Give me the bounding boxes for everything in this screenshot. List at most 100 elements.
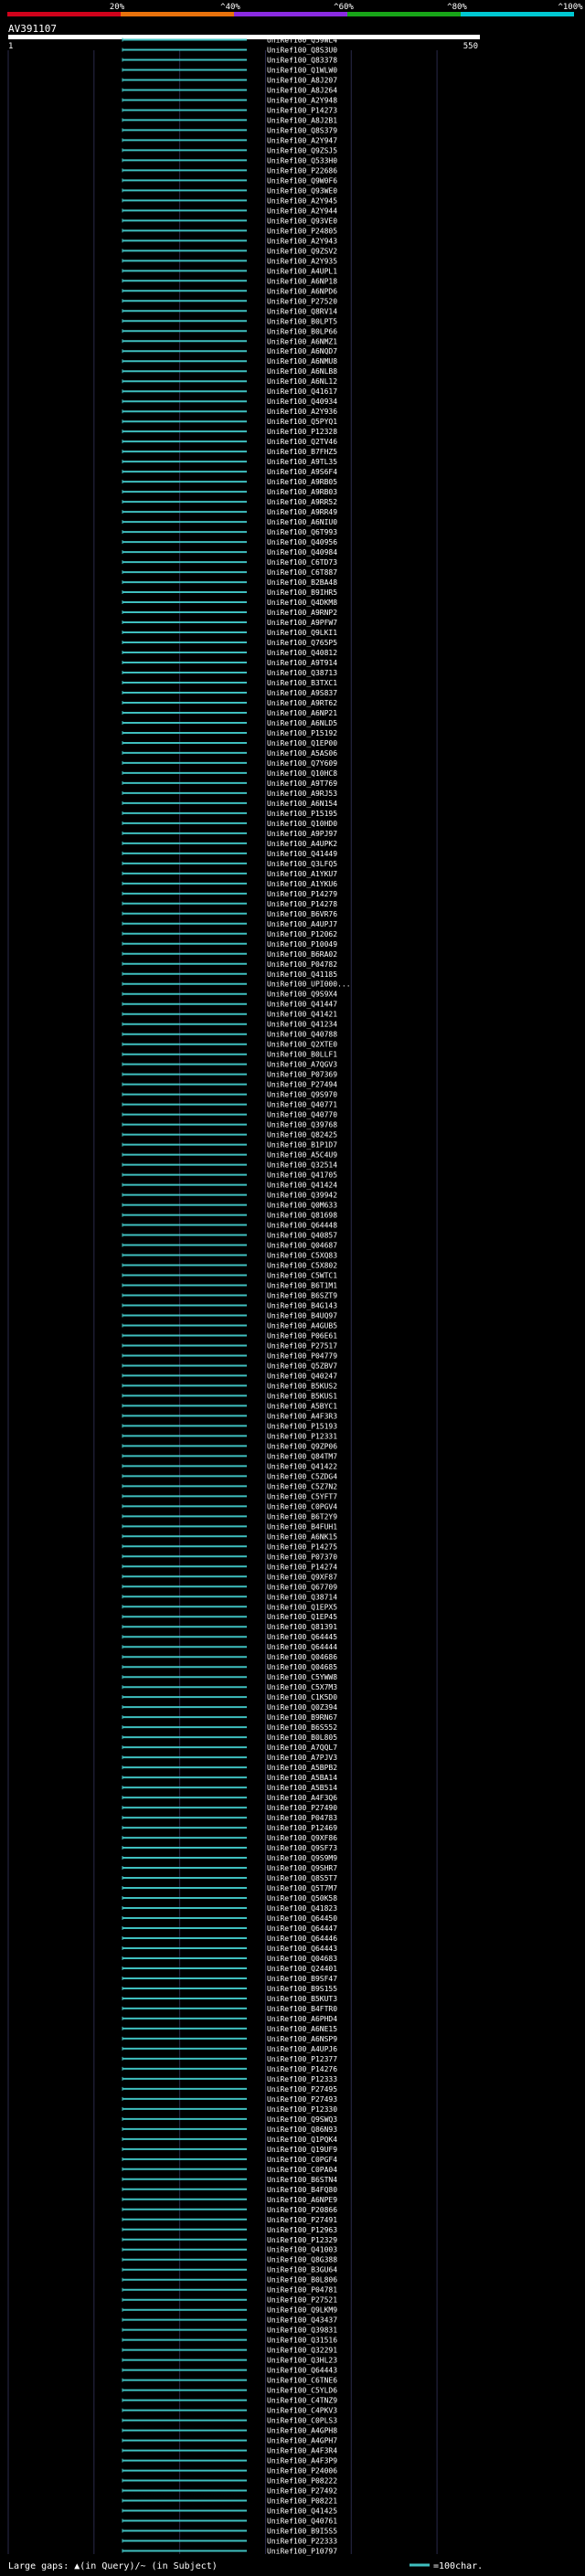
hit-label[interactable]: UniRef100_Q9S9X4 <box>267 991 337 999</box>
hit-label[interactable]: UniRef100_Q6T993 <box>267 528 337 536</box>
hit-label[interactable]: UniRef100_C1K5D0 <box>267 1693 337 1701</box>
hit-label[interactable]: UniRef100_B4FTR0 <box>267 2005 337 2013</box>
hit-label[interactable]: UniRef100_A6PHD4 <box>267 2015 337 2023</box>
hit-label[interactable]: UniRef100_P22686 <box>267 166 337 175</box>
hit-label[interactable]: UniRef100_C5YWW8 <box>267 1673 337 1681</box>
hit-label[interactable]: UniRef100_Q0Z394 <box>267 1703 337 1712</box>
hit-label[interactable]: UniRef100_Q9SF73 <box>267 1844 337 1852</box>
hit-label[interactable]: UniRef100_P14278 <box>267 900 337 908</box>
hit-label[interactable]: UniRef100_A9T769 <box>267 779 337 788</box>
hit-label[interactable]: UniRef100_Q533H0 <box>267 156 337 164</box>
hit-label[interactable]: UniRef100_Q7Y609 <box>267 759 337 768</box>
hit-label[interactable]: UniRef100_A5AS06 <box>267 749 337 758</box>
hit-label[interactable]: UniRef100_Q67709 <box>267 1583 337 1591</box>
hit-label[interactable]: UniRef100_A6NL12 <box>267 377 337 386</box>
hit-label[interactable]: UniRef100_A2Y936 <box>267 408 337 416</box>
hit-label[interactable]: UniRef100_B6STN4 <box>267 2176 337 2184</box>
hit-label[interactable]: UniRef100_A9S6F4 <box>267 468 337 476</box>
hit-label[interactable]: UniRef100_B1P1D7 <box>267 1141 337 1150</box>
hit-label[interactable]: UniRef100_A5BYC1 <box>267 1402 337 1410</box>
hit-label[interactable]: UniRef100_Q40934 <box>267 398 337 406</box>
hit-label[interactable]: UniRef100_A6NMU8 <box>267 357 337 366</box>
hit-label[interactable]: UniRef100_P14274 <box>267 1563 337 1571</box>
hit-label[interactable]: UniRef100_B4G143 <box>267 1301 337 1309</box>
hit-label[interactable]: UniRef100_P12377 <box>267 2055 337 2063</box>
hit-label[interactable]: UniRef100_A4F3P9 <box>267 2457 337 2465</box>
hit-label[interactable]: UniRef100_P14276 <box>267 2065 337 2073</box>
hit-label[interactable]: UniRef100_A6NPD6 <box>267 287 337 295</box>
hit-label[interactable]: UniRef100_P27517 <box>267 1341 337 1350</box>
hit-label[interactable]: UniRef100_Q9XF87 <box>267 1573 337 1581</box>
hit-label[interactable]: UniRef100_Q83378 <box>267 56 337 64</box>
hit-label[interactable]: UniRef100_B6SZT9 <box>267 1292 337 1300</box>
hit-label[interactable]: UniRef100_A6NE15 <box>267 2025 337 2033</box>
hit-label[interactable]: UniRef100_C0PA04 <box>267 2166 337 2174</box>
hit-label[interactable]: UniRef100_B5KUS2 <box>267 1382 337 1390</box>
hit-label[interactable]: UniRef100_P12333 <box>267 2075 337 2083</box>
hit-label[interactable]: UniRef100_A2Y947 <box>267 136 337 144</box>
hit-label[interactable]: UniRef100_P07369 <box>267 1071 337 1079</box>
hit-label[interactable]: UniRef100_Q43437 <box>267 2316 337 2325</box>
hit-label[interactable]: UniRef100_P04779 <box>267 1352 337 1360</box>
hit-label[interactable]: UniRef100_B0LP66 <box>267 327 337 335</box>
hit-label[interactable]: UniRef100_Q40857 <box>267 1232 337 1240</box>
hit-label[interactable]: UniRef100_C5XQ83 <box>267 1252 337 1260</box>
hit-label[interactable]: UniRef100_Q31516 <box>267 2337 337 2345</box>
hit-label[interactable]: UniRef100_Q40984 <box>267 548 337 557</box>
hit-label[interactable]: UniRef100_Q9LKM9 <box>267 2306 337 2315</box>
hit-label[interactable]: UniRef100_P08222 <box>267 2477 337 2486</box>
hit-label[interactable]: UniRef100_P12330 <box>267 2105 337 2114</box>
hit-label[interactable]: UniRef100_Q3HL23 <box>267 2357 337 2365</box>
hit-label[interactable]: UniRef100_A8J207 <box>267 76 337 84</box>
hit-label[interactable]: UniRef100_P04783 <box>267 1814 337 1822</box>
hit-label[interactable]: UniRef100_C5YFT7 <box>267 1492 337 1500</box>
hit-label[interactable]: UniRef100_Q10HD0 <box>267 820 337 828</box>
hit-label[interactable]: UniRef100_C4TNZ9 <box>267 2397 337 2405</box>
hit-label[interactable]: UniRef100_A5BA14 <box>267 1774 337 1782</box>
hit-label[interactable]: UniRef100_Q3LFQ5 <box>267 860 337 868</box>
hit-label[interactable]: UniRef100_A9RT62 <box>267 699 337 707</box>
hit-label[interactable]: UniRef100_Q41617 <box>267 387 337 396</box>
hit-label[interactable]: UniRef100_Q40788 <box>267 1031 337 1039</box>
hit-label[interactable]: UniRef100_P12469 <box>267 1824 337 1832</box>
hit-label[interactable]: UniRef100_Q41447 <box>267 1001 337 1009</box>
hit-label[interactable]: UniRef100_Q1WLW0 <box>267 66 337 74</box>
hit-label[interactable]: UniRef100_Q04683 <box>267 1955 337 1963</box>
hit-label[interactable]: UniRef100_P14273 <box>267 106 337 114</box>
hit-label[interactable]: UniRef100_B9SF47 <box>267 1975 337 1983</box>
hit-label[interactable]: UniRef100_Q50K58 <box>267 1894 337 1903</box>
hit-label[interactable]: UniRef100_Q2TV46 <box>267 438 337 446</box>
hit-label[interactable]: UniRef100_B3TXC1 <box>267 679 337 687</box>
hit-label[interactable]: UniRef100_Q32514 <box>267 1161 337 1170</box>
hit-label[interactable]: UniRef100_A5B514 <box>267 1784 337 1792</box>
hit-label[interactable]: UniRef100_A9RB03 <box>267 488 337 496</box>
hit-label[interactable]: UniRef100_A8J264 <box>267 86 337 94</box>
hit-label[interactable]: UniRef100_Q1EP45 <box>267 1613 337 1621</box>
hit-label[interactable]: UniRef100_UPI000... <box>267 981 351 989</box>
hit-label[interactable]: UniRef100_A5BPB2 <box>267 1764 337 1772</box>
hit-label[interactable]: UniRef100_P24006 <box>267 2467 337 2475</box>
hit-label[interactable]: UniRef100_P10049 <box>267 940 337 949</box>
hit-label[interactable]: UniRef100_Q40956 <box>267 538 337 546</box>
hit-label[interactable]: UniRef100_B6T1M1 <box>267 1282 337 1290</box>
hit-label[interactable]: UniRef100_P15192 <box>267 729 337 737</box>
hit-label[interactable]: UniRef100_P22333 <box>267 2538 337 2546</box>
hit-label[interactable]: UniRef100_A4F3R4 <box>267 2447 337 2455</box>
hit-label[interactable]: UniRef100_Q24401 <box>267 1965 337 1973</box>
hit-label[interactable]: UniRef100_P14279 <box>267 890 337 898</box>
hit-label[interactable]: UniRef100_Q41234 <box>267 1021 337 1029</box>
hit-label[interactable]: UniRef100_Q40770 <box>267 1111 337 1119</box>
hit-label[interactable]: UniRef100_Q10HC8 <box>267 769 337 778</box>
hit-label[interactable]: UniRef100_A6NLB8 <box>267 367 337 376</box>
hit-label[interactable]: UniRef100_Q59WL4 <box>267 36 337 44</box>
hit-label[interactable]: UniRef100_A2Y935 <box>267 257 337 265</box>
hit-label[interactable]: UniRef100_B2BA48 <box>267 578 337 587</box>
hit-label[interactable]: UniRef100_C6TD73 <box>267 558 337 567</box>
hit-label[interactable]: UniRef100_Q39768 <box>267 1121 337 1129</box>
hit-label[interactable]: UniRef100_A4F3Q6 <box>267 1794 337 1802</box>
hit-label[interactable]: UniRef100_Q8S5T7 <box>267 1874 337 1882</box>
hit-label[interactable]: UniRef100_Q9ZSV2 <box>267 247 337 255</box>
hit-label[interactable]: UniRef100_C5ZDG4 <box>267 1472 337 1480</box>
hit-label[interactable]: UniRef100_P27521 <box>267 2296 337 2305</box>
hit-label[interactable]: UniRef100_B9S155 <box>267 1985 337 1993</box>
